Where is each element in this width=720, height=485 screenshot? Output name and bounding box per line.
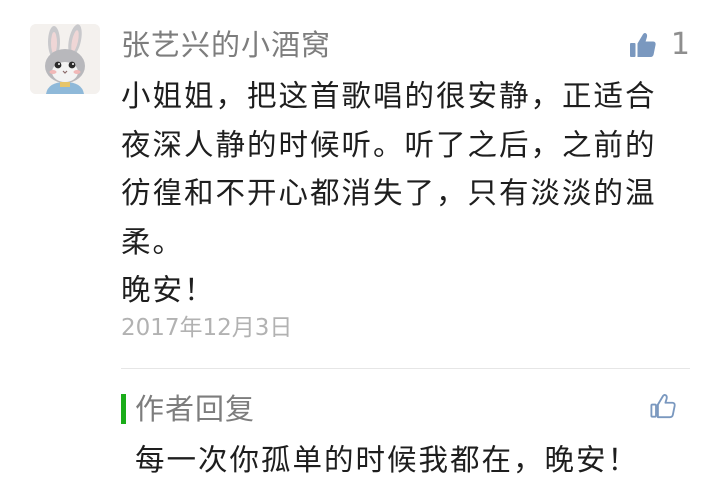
- comment-content-line: 夜深人静的时候听。听了之后，之前的: [121, 127, 657, 162]
- avatar[interactable]: [30, 24, 100, 94]
- comment-item: 张艺兴的小酒窝 1 小姐姐，把这首歌唱的很安静，正适合 夜深人静的时候听。听了之…: [0, 0, 720, 485]
- comment-content-line: 晚安！: [121, 273, 216, 307]
- author-reply-title: 作者回复: [135, 392, 256, 426]
- reply-accent-bar: [121, 394, 126, 424]
- comment-content-line: 彷徨和不开心都消失了，只有淡淡的温: [121, 176, 657, 210]
- comment-author-name[interactable]: 张艺兴的小酒窝: [121, 26, 331, 64]
- comment-content-line: 柔。: [121, 224, 185, 259]
- bunny-avatar-icon: [30, 24, 100, 94]
- thumbs-up-icon: [629, 31, 657, 59]
- comment-like-button[interactable]: 1: [629, 28, 690, 62]
- reply-like-button[interactable]: [650, 393, 676, 423]
- author-reply-text: 每一次你孤单的时候我都在，晚安！: [135, 443, 640, 477]
- reply-divider: [121, 368, 690, 369]
- comment-date: 2017年12月3日: [121, 315, 293, 341]
- like-count: 1: [670, 27, 690, 62]
- comment-content-line: 小姐姐，把这首歌唱的很安静，正适合: [121, 79, 657, 113]
- thumbs-up-outline-icon: [650, 393, 676, 423]
- comment-content: 小姐姐，把这首歌唱的很安静，正适合 夜深人静的时候听。听了之后，之前的 彷徨和不…: [121, 72, 681, 315]
